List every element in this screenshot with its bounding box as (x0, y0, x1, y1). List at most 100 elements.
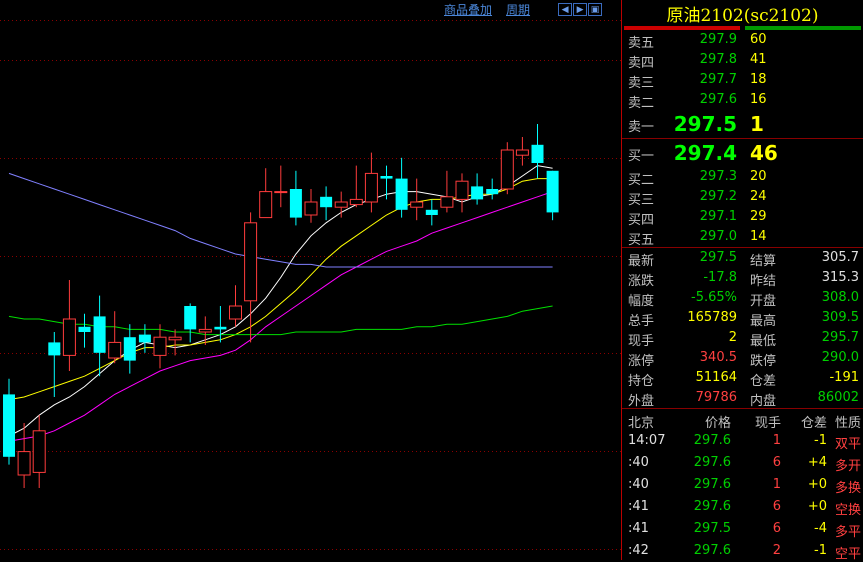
tick-qty: 6 (772, 499, 781, 514)
stat-value: 305.7 (821, 250, 859, 265)
level-price: 297.6 (699, 92, 737, 107)
stat-value: 309.5 (821, 310, 859, 325)
book-level[interactable]: 卖三 297.7 18 (622, 70, 863, 91)
stat-value: 297.5 (699, 250, 737, 265)
candle (349, 165, 363, 208)
overlay-button[interactable]: 商品叠加 (440, 1, 496, 18)
scroll-left-icon[interactable]: ◀ (558, 2, 573, 16)
candle-body (244, 222, 258, 302)
stat-label: 最低 (750, 334, 777, 349)
level-price: 297.0 (699, 229, 737, 244)
candle (108, 311, 122, 364)
level-label: 卖五 (628, 36, 655, 51)
candle (17, 423, 31, 488)
col-qty: 现手 (754, 416, 781, 431)
candle-body (274, 191, 288, 194)
candle (168, 329, 182, 356)
col-time: 北京 (628, 416, 655, 431)
col-price: 价格 (704, 416, 731, 431)
stat-value: 51164 (695, 370, 737, 385)
stat-row: 幅度 -5.65% 开盘 308.0 (622, 288, 863, 309)
tick-qty: 6 (772, 455, 781, 470)
level-price: 297.4 (673, 141, 737, 165)
book-level[interactable]: 卖四 297.8 41 (622, 50, 863, 71)
level-label: 卖三 (628, 76, 655, 91)
stat-value: 165789 (687, 310, 737, 325)
tick-qty: 1 (772, 433, 781, 448)
tick-time: :40 (628, 455, 649, 470)
level-label: 卖四 (628, 56, 655, 71)
instrument-title[interactable]: 原油2102(sc2102) (622, 0, 863, 26)
level-volume: 24 (750, 189, 767, 204)
bid-levels: 买一 297.4 46 买二 297.3 20 买三 297.2 24 买四 297.1 29 买五 29… (622, 139, 863, 248)
book-level[interactable]: 卖一 297.5 1 (622, 110, 863, 138)
candlestick-series (3, 124, 559, 488)
level-volume: 41 (750, 52, 767, 67)
candle (48, 332, 61, 397)
level-price: 297.8 (699, 52, 737, 67)
ma10-line (8, 178, 553, 401)
level-label: 买三 (628, 193, 655, 208)
ma40-line (8, 305, 553, 336)
level-volume: 46 (750, 141, 778, 165)
tick-time: :42 (628, 543, 649, 558)
candle-body (500, 149, 514, 190)
candle (259, 168, 273, 219)
candle-body (48, 342, 61, 356)
candle-body (304, 201, 318, 216)
stat-label: 内盘 (750, 394, 777, 409)
book-level[interactable]: 卖五 297.9 60 (622, 30, 863, 51)
level-label: 买五 (628, 233, 655, 248)
tick-list: 14:07 297.6 1 -1 双平:40 297.6 6 +4 多开:40 297.6 1 +0 多… (622, 430, 863, 562)
level-price: 297.2 (699, 189, 737, 204)
book-level[interactable]: 买四 297.1 29 (622, 207, 863, 228)
stat-value: 295.7 (821, 330, 859, 345)
level-price: 297.5 (673, 112, 737, 136)
stat-value: -191 (829, 370, 859, 385)
stats-table: 最新 297.5 结算 305.7 涨跌 -17.8 昨结 315.3 幅度 -5.65% 开盘 30… (622, 248, 863, 409)
candle-body (440, 196, 454, 208)
book-level[interactable]: 买三 297.2 24 (622, 187, 863, 208)
tick-qty: 1 (772, 477, 781, 492)
tick-time: :41 (628, 521, 649, 536)
stat-value: 290.0 (821, 350, 859, 365)
tick-time: :41 (628, 499, 649, 514)
candle-body (17, 451, 31, 476)
tick-price: 297.6 (693, 499, 731, 514)
level-price: 297.7 (699, 72, 737, 87)
candle (274, 165, 288, 208)
level-volume: 14 (750, 229, 767, 244)
stat-label: 外盘 (628, 394, 655, 409)
tick-qty: 2 (772, 543, 781, 558)
stat-value: 315.3 (821, 270, 859, 285)
stat-label: 仓差 (750, 374, 777, 389)
level-label: 卖二 (628, 96, 655, 111)
candle-body (486, 189, 499, 195)
book-level[interactable]: 买五 297.0 14 (622, 227, 863, 248)
tick-time: 14:07 (628, 433, 666, 448)
tick-diff: -1 (814, 543, 827, 558)
candle (410, 178, 424, 221)
scroll-right-icon[interactable]: ▶ (573, 2, 588, 16)
book-level[interactable]: 买一 297.4 46 (622, 139, 863, 167)
candle-body (214, 326, 227, 330)
book-level[interactable]: 买二 297.3 20 (622, 167, 863, 188)
candle (364, 152, 378, 213)
period-button[interactable]: 周期 (502, 1, 534, 18)
level-price: 297.3 (699, 169, 737, 184)
candle (515, 137, 529, 166)
stat-label: 现手 (628, 334, 655, 349)
candle (198, 316, 212, 345)
candle-body (123, 337, 136, 361)
zoom-icon[interactable]: ▣ (588, 2, 603, 16)
stat-label: 结算 (750, 254, 777, 269)
book-level[interactable]: 卖二 297.6 16 (622, 90, 863, 111)
col-diff: 仓差 (800, 416, 827, 431)
candle-body (138, 334, 151, 343)
candle-body (455, 180, 469, 200)
candle-body (546, 170, 559, 213)
kline-chart[interactable] (0, 0, 621, 560)
tick-diff: +0 (807, 499, 827, 514)
level-volume: 16 (750, 92, 767, 107)
candle (184, 303, 197, 343)
